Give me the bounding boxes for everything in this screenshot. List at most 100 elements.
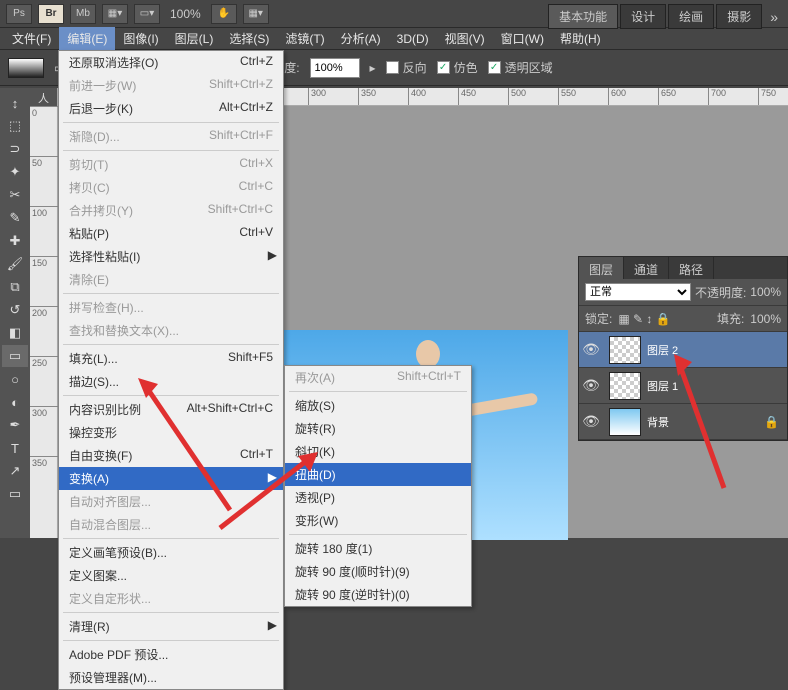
eyedropper-tool-icon[interactable]: ✎ <box>2 207 28 229</box>
shape-tool-icon[interactable]: ▭ <box>2 483 28 505</box>
move-tool-icon[interactable]: ↕ <box>2 92 28 114</box>
menu-item[interactable]: Adobe PDF 预设... <box>59 643 283 666</box>
menu-item[interactable]: 选择性粘贴(I)▶ <box>59 245 283 268</box>
workspace-tab-basic[interactable]: 基本功能 <box>548 4 618 29</box>
arrange-icon[interactable]: ▦▾ <box>243 4 269 24</box>
crop-tool-icon[interactable]: ✂ <box>2 184 28 206</box>
menu-item[interactable]: 定义画笔预设(B)... <box>59 541 283 564</box>
menu-select[interactable]: 选择(S) <box>221 27 277 50</box>
workspace-more-icon[interactable]: » <box>764 9 784 25</box>
lock-icons[interactable]: ▦ ✎ ↕ 🔒 <box>618 312 670 326</box>
layer-thumbnail[interactable] <box>609 408 641 436</box>
pen-tool-icon[interactable]: ✒ <box>2 414 28 436</box>
blur-tool-icon[interactable]: ○ <box>2 368 28 390</box>
menu-item: 剪切(T)Ctrl+X <box>59 153 283 176</box>
menu-view[interactable]: 视图(V) <box>437 27 493 50</box>
fill-value[interactable]: 100% <box>750 312 781 326</box>
menu-item[interactable]: 填充(L)...Shift+F5 <box>59 347 283 370</box>
menu-item[interactable]: 缩放(S) <box>285 394 471 417</box>
menu-item[interactable]: 定义图案... <box>59 564 283 587</box>
brush-tool-icon[interactable]: 🖌 <box>2 253 28 275</box>
wand-tool-icon[interactable]: ✦ <box>2 161 28 183</box>
minibridge-icon[interactable]: Mb <box>70 4 96 24</box>
menu-item[interactable]: 旋转 180 度(1) <box>285 537 471 560</box>
hand-icon[interactable]: ✋ <box>211 4 237 24</box>
reverse-checkbox[interactable]: 反向 <box>386 59 427 76</box>
menu-item[interactable]: 透视(P) <box>285 486 471 509</box>
menu-file[interactable]: 文件(F) <box>4 27 59 50</box>
channels-tab[interactable]: 通道 <box>624 257 669 279</box>
ruler-v-tick: 0 <box>30 106 58 119</box>
workspace-tab-design[interactable]: 设计 <box>620 4 666 29</box>
menu-item[interactable]: 自由变换(F)Ctrl+T <box>59 444 283 467</box>
layer-name[interactable]: 背景 <box>647 414 669 430</box>
menu-item[interactable]: 变换(A)▶ <box>59 467 283 490</box>
lasso-tool-icon[interactable]: ⊃ <box>2 138 28 160</box>
gradient-tool-icon[interactable]: ▭ <box>2 345 28 367</box>
bridge-icon[interactable]: Br <box>38 4 64 24</box>
transparency-checkbox[interactable]: ✓透明区域 <box>488 59 553 76</box>
menu-item[interactable]: 旋转 90 度(顺时针)(9) <box>285 560 471 583</box>
menubar: 文件(F) 编辑(E) 图像(I) 图层(L) 选择(S) 滤镜(T) 分析(A… <box>0 28 788 50</box>
menu-help[interactable]: 帮助(H) <box>552 27 609 50</box>
gradient-swatch[interactable] <box>8 58 44 78</box>
menu-item[interactable]: 描边(S)... <box>59 370 283 393</box>
visibility-icon[interactable]: 👁 <box>579 377 603 394</box>
layer-row[interactable]: 👁 背景 🔒 <box>579 404 787 440</box>
type-tool-icon[interactable]: T <box>2 437 28 459</box>
blend-mode-select[interactable]: 正常 <box>585 283 691 301</box>
dither-checkbox[interactable]: ✓仿色 <box>437 59 478 76</box>
menu-item[interactable]: 旋转(R) <box>285 417 471 440</box>
menu-item: 前进一步(W)Shift+Ctrl+Z <box>59 74 283 97</box>
layer-opacity-value[interactable]: 100% <box>750 285 781 299</box>
menu-window[interactable]: 窗口(W) <box>493 27 552 50</box>
workspace-tab-photo[interactable]: 摄影 <box>716 4 762 29</box>
menu-filter[interactable]: 滤镜(T) <box>277 27 332 50</box>
menu-item[interactable]: 扭曲(D) <box>285 463 471 486</box>
screen-mode-icon[interactable]: ▭▾ <box>134 4 160 24</box>
menu-analysis[interactable]: 分析(A) <box>333 27 389 50</box>
ruler-h-tick: 700 <box>708 88 726 106</box>
menu-item[interactable]: 旋转 90 度(逆时针)(0) <box>285 583 471 606</box>
layer-name[interactable]: 图层 1 <box>647 378 678 394</box>
paths-tab[interactable]: 路径 <box>669 257 714 279</box>
eraser-tool-icon[interactable]: ◧ <box>2 322 28 344</box>
layers-tab[interactable]: 图层 <box>579 257 624 279</box>
ps-icon[interactable]: Ps <box>6 4 32 24</box>
menu-item[interactable]: 后退一步(K)Alt+Ctrl+Z <box>59 97 283 120</box>
menu-item: 再次(A)Shift+Ctrl+T <box>285 366 471 389</box>
menu-item[interactable]: 斜切(K) <box>285 440 471 463</box>
layer-opacity-label: 不透明度: <box>695 284 746 301</box>
layer-name[interactable]: 图层 2 <box>647 342 678 358</box>
menu-item[interactable]: 粘贴(P)Ctrl+V <box>59 222 283 245</box>
menu-item[interactable]: 还原取消选择(O)Ctrl+Z <box>59 51 283 74</box>
menu-edit[interactable]: 编辑(E) <box>59 27 115 50</box>
document-tab[interactable]: 人 <box>30 88 57 106</box>
path-tool-icon[interactable]: ↗ <box>2 460 28 482</box>
dodge-tool-icon[interactable]: ◐ <box>2 391 28 413</box>
stamp-tool-icon[interactable]: ⧉ <box>2 276 28 298</box>
layer-row[interactable]: 👁 图层 2 <box>579 332 787 368</box>
menu-item[interactable]: 操控变形 <box>59 421 283 444</box>
menu-image[interactable]: 图像(I) <box>115 27 166 50</box>
visibility-icon[interactable]: 👁 <box>579 413 603 430</box>
opacity-input[interactable] <box>310 58 360 78</box>
menu-item[interactable]: 预设管理器(M)... <box>59 666 283 689</box>
zoom-level[interactable]: 100% <box>170 7 201 21</box>
layer-thumbnail[interactable] <box>609 336 641 364</box>
menu-item[interactable]: 内容识别比例Alt+Shift+Ctrl+C <box>59 398 283 421</box>
visibility-icon[interactable]: 👁 <box>579 341 603 358</box>
lock-icon: 🔒 <box>764 415 779 429</box>
menu-item: 渐隐(D)...Shift+Ctrl+F <box>59 125 283 148</box>
heal-tool-icon[interactable]: ✚ <box>2 230 28 252</box>
menu-3d[interactable]: 3D(D) <box>389 29 437 49</box>
marquee-tool-icon[interactable]: ⬚ <box>2 115 28 137</box>
menu-layer[interactable]: 图层(L) <box>167 27 222 50</box>
history-brush-icon[interactable]: ↺ <box>2 299 28 321</box>
workspace-tab-paint[interactable]: 绘画 <box>668 4 714 29</box>
menu-item[interactable]: 变形(W) <box>285 509 471 532</box>
view-extras-icon[interactable]: ▦▾ <box>102 4 128 24</box>
menu-item[interactable]: 清理(R)▶ <box>59 615 283 638</box>
layer-row[interactable]: 👁 图层 1 <box>579 368 787 404</box>
layer-thumbnail[interactable] <box>609 372 641 400</box>
